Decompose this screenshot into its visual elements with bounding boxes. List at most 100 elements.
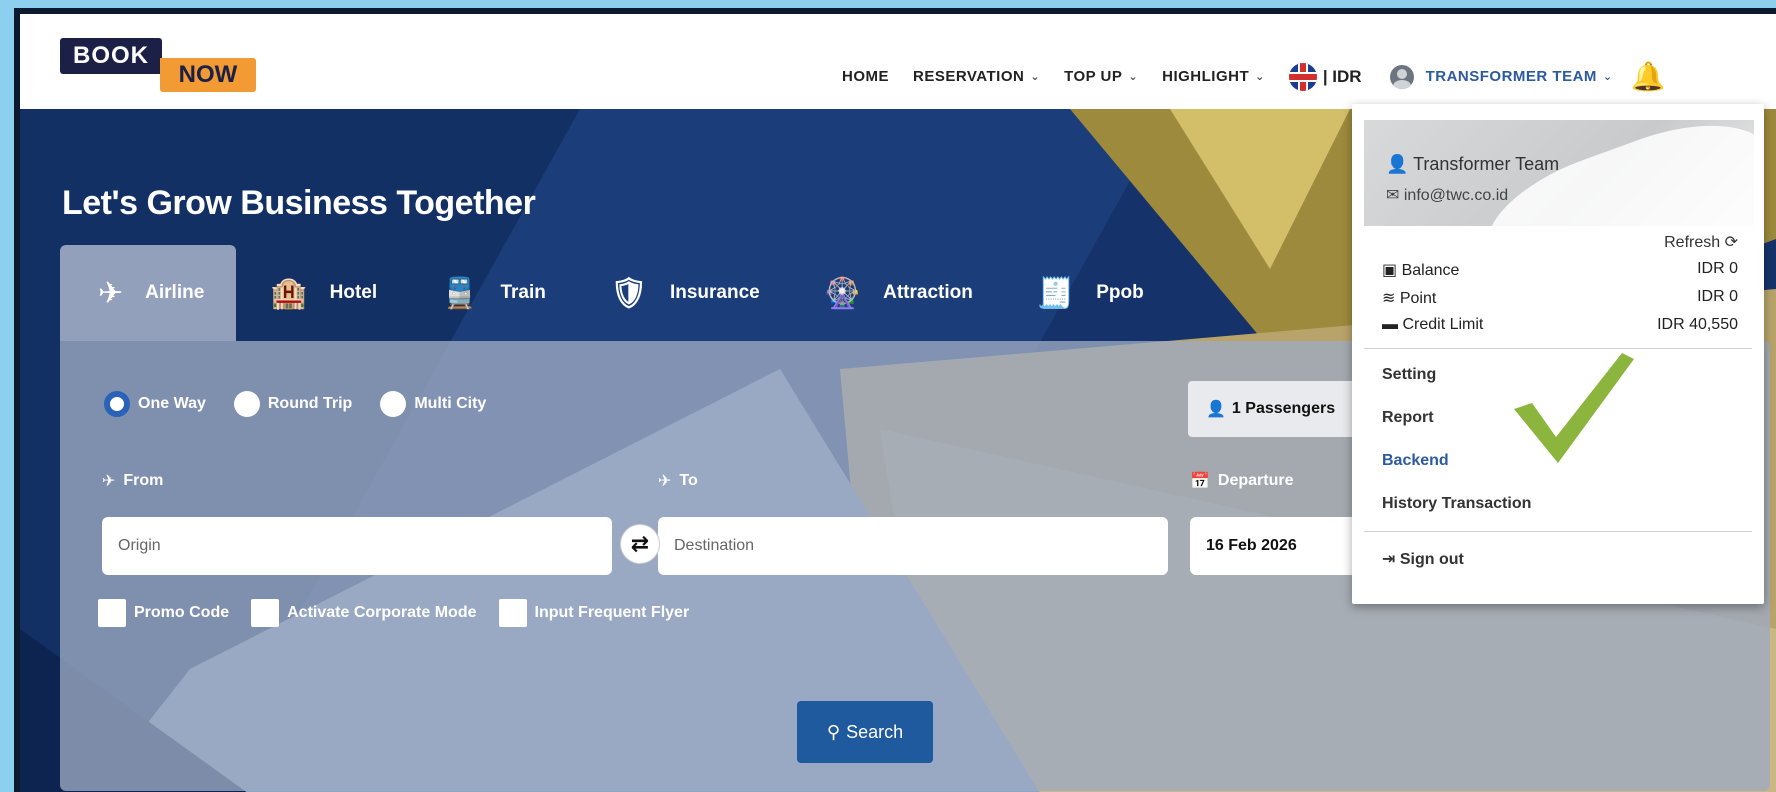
- person-icon: 👤: [1386, 154, 1414, 174]
- to-label: ✈ To: [658, 471, 698, 491]
- calendar-icon: 📅: [1190, 473, 1210, 490]
- sign-out-icon: ⇥: [1382, 551, 1400, 568]
- logo-now: NOW: [160, 58, 256, 92]
- booknow-logo[interactable]: BOOK NOW: [60, 38, 270, 94]
- passengers-label: 1 Passengers: [1231, 400, 1336, 417]
- radio-multi-city[interactable]: Multi City: [380, 391, 486, 417]
- radio-label: One Way: [138, 395, 206, 412]
- departure-label: 📅 Departure: [1190, 471, 1294, 491]
- tab-label: Attraction: [883, 282, 973, 303]
- corporate-mode-checkbox[interactable]: Activate Corporate Mode: [251, 599, 477, 627]
- tab-hotel[interactable]: 🏨 Hotel: [236, 245, 407, 341]
- account-name: 👤 Transformer Team: [1386, 154, 1559, 175]
- point-label: ≋ Point: [1382, 288, 1436, 308]
- point-label-text: Point: [1399, 290, 1437, 307]
- nav-highlight[interactable]: HIGHLIGHT ⌄: [1162, 68, 1265, 85]
- sign-out-label: Sign out: [1399, 551, 1464, 568]
- balance-value: IDR 0: [1697, 260, 1738, 277]
- credit-limit-row: ▬ Credit Limit IDR 40,550: [1382, 316, 1738, 334]
- account-card: 👤 Transformer Team ✉ info@twc.co.id: [1364, 120, 1754, 226]
- takeoff-icon: ✈: [102, 473, 116, 490]
- radio-dot: [380, 391, 407, 417]
- product-tabs: ✈ Airline 🏨 Hotel 🚆 Train 🛡 Insurance 🎡: [60, 245, 1174, 341]
- refresh-link[interactable]: Refresh ⟳: [1664, 232, 1738, 252]
- menu-setting[interactable]: Setting: [1382, 366, 1436, 384]
- hero-title: Let's Grow Business Together: [62, 184, 536, 222]
- train-icon: 🚆: [441, 276, 479, 310]
- credit-limit-value: IDR 40,550: [1657, 316, 1738, 333]
- tab-ppob[interactable]: 🧾 Ppob: [1003, 245, 1174, 341]
- refresh-label: Refresh: [1664, 234, 1721, 251]
- top-navbar: BOOK NOW HOME RESERVATION ⌄ TOP UP ⌄ HIG…: [20, 14, 1776, 109]
- nav-topup[interactable]: TOP UP ⌄: [1064, 68, 1138, 85]
- tab-airline[interactable]: ✈ Airline: [60, 245, 237, 341]
- person-icon: 👤: [1206, 401, 1226, 418]
- receipt-icon: 🧾: [1036, 276, 1075, 310]
- radio-label: Multi City: [414, 395, 487, 412]
- radio-round-trip[interactable]: Round Trip: [233, 391, 352, 417]
- hotel-icon: 🏨: [270, 276, 308, 310]
- point-row: ≋ Point IDR 0: [1382, 288, 1738, 308]
- envelope-icon: ✉: [1386, 187, 1404, 204]
- search-icon: ⚲: [826, 721, 841, 742]
- tab-label: Airline: [145, 282, 205, 303]
- menu-history-transaction[interactable]: History Transaction: [1382, 495, 1531, 513]
- nav-topup-label: TOP UP: [1064, 68, 1123, 85]
- account-name-text: Transformer Team: [1413, 154, 1560, 174]
- currency-selector[interactable]: | IDR: [1323, 67, 1362, 87]
- tab-train[interactable]: 🚆 Train: [407, 245, 576, 341]
- refresh-icon: ⟳: [1724, 234, 1738, 251]
- checkbox-label: Input Frequent Flyer: [534, 604, 690, 621]
- frequent-flyer-checkbox[interactable]: Input Frequent Flyer: [498, 599, 690, 627]
- airplane-icon: ✈: [98, 276, 124, 310]
- balance-label: ▣ Balance: [1382, 260, 1459, 280]
- radio-one-way[interactable]: One Way: [104, 391, 206, 417]
- menu-backend[interactable]: Backend: [1382, 452, 1449, 470]
- bell-icon[interactable]: 🔔: [1631, 60, 1666, 93]
- checkbox-label: Promo Code: [134, 604, 230, 621]
- chevron-down-icon: ⌄: [1030, 71, 1041, 83]
- tab-label: Ppob: [1096, 282, 1144, 303]
- from-label: ✈ From: [102, 471, 163, 491]
- uk-flag-icon[interactable]: [1288, 62, 1317, 91]
- departure-label-text: Departure: [1217, 472, 1294, 489]
- account-email-text: info@twc.co.id: [1403, 187, 1509, 204]
- landing-icon: ✈: [658, 473, 672, 490]
- nav-home[interactable]: HOME: [842, 68, 889, 85]
- browser-viewport: Let's Grow Business Together ✈ Airline 🏨…: [20, 14, 1776, 792]
- nav-highlight-label: HIGHLIGHT: [1162, 68, 1250, 85]
- tab-attraction[interactable]: 🎡 Attraction: [790, 245, 1003, 341]
- menu-report[interactable]: Report: [1382, 409, 1434, 427]
- search-button-label: Search: [846, 721, 904, 742]
- swap-button[interactable]: ⇄: [620, 524, 660, 564]
- user-avatar-icon: [1389, 64, 1414, 89]
- origin-input[interactable]: Origin: [102, 517, 612, 575]
- nav-reservation-label: RESERVATION: [913, 68, 1025, 85]
- user-menu-label: TRANSFORMER TEAM: [1425, 68, 1597, 85]
- green-checkmark-annotation: [1514, 353, 1634, 463]
- divider: [1364, 531, 1752, 532]
- chevron-down-icon: ⌄: [1255, 71, 1265, 83]
- credit-limit-label-text: Credit Limit: [1402, 316, 1484, 333]
- to-label-text: To: [679, 472, 698, 489]
- tab-insurance[interactable]: 🛡 Insurance: [576, 245, 790, 341]
- nav-reservation[interactable]: RESERVATION ⌄: [913, 68, 1040, 85]
- checkbox-box: [498, 599, 527, 627]
- balance-label-text: Balance: [1401, 262, 1460, 279]
- search-button[interactable]: ⚲ Search: [797, 701, 933, 763]
- promo-code-checkbox[interactable]: Promo Code: [98, 599, 229, 627]
- destination-input[interactable]: Destination: [658, 517, 1168, 575]
- balance-row: ▣ Balance IDR 0: [1382, 260, 1738, 280]
- credit-limit-label: ▬ Credit Limit: [1382, 316, 1483, 334]
- chevron-down-icon: ⌄: [1128, 71, 1139, 83]
- tab-label: Hotel: [329, 282, 378, 303]
- menu-sign-out[interactable]: ⇥ Sign out: [1382, 549, 1464, 569]
- from-label-text: From: [123, 472, 164, 489]
- checkbox-box: [98, 599, 126, 627]
- account-email: ✉ info@twc.co.id: [1386, 185, 1508, 205]
- wallet-icon: ▣: [1382, 262, 1402, 279]
- main-nav: HOME RESERVATION ⌄ TOP UP ⌄ HIGHLIGHT ⌄ …: [842, 60, 1666, 93]
- user-menu-button[interactable]: TRANSFORMER TEAM ⌄: [1389, 64, 1613, 89]
- shield-icon: 🛡: [609, 276, 648, 310]
- tab-label: Insurance: [669, 282, 760, 303]
